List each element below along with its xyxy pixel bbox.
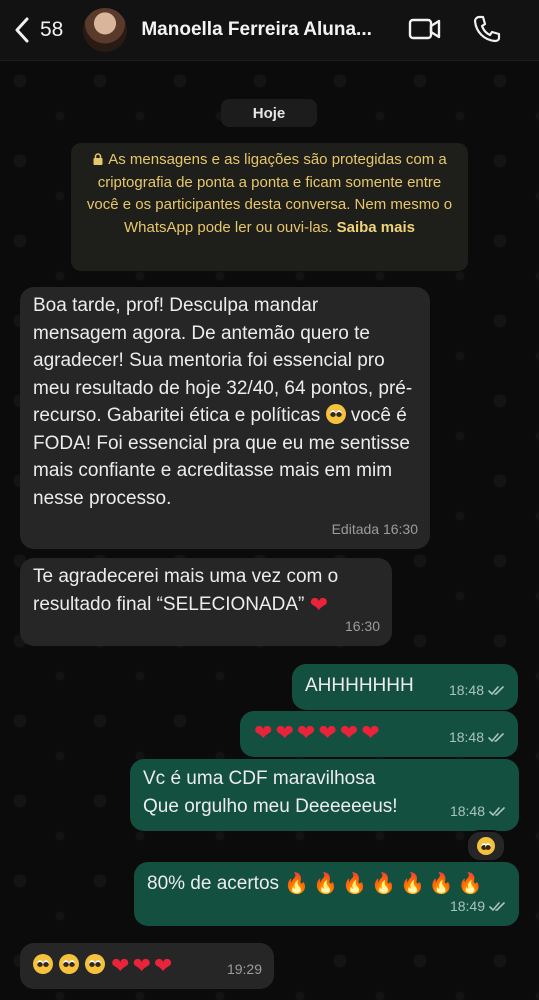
- message-bubble-incoming[interactable]: Boa tarde, prof! Desculpa mandar mensage…: [20, 287, 430, 549]
- read-receipt-icon: [488, 685, 504, 695]
- message-bubble-incoming[interactable]: Te agradecerei mais uma vez com o result…: [20, 558, 392, 646]
- message-meta: 19:29: [227, 956, 262, 984]
- chevron-left-icon: [15, 17, 29, 43]
- message-meta: 18:48: [450, 798, 507, 826]
- chat-area[interactable]: Hoje As mensagens e as ligações são prot…: [0, 61, 539, 1000]
- message-meta: 18:48: [449, 724, 506, 752]
- red-heart-emoji: ❤: [111, 953, 130, 978]
- pleading-face-emoji: [325, 404, 346, 424]
- message-bubble-outgoing[interactable]: 80% de acertos 🔥 🔥 🔥 🔥 🔥 🔥 🔥 18:49: [134, 862, 519, 926]
- message-time: 19:29: [226, 960, 262, 977]
- red-heart-emoji: ❤: [254, 720, 273, 745]
- message-bubble-incoming[interactable]: ❤ ❤ ❤ 19:29: [20, 943, 274, 989]
- message-time: 18:48: [449, 802, 485, 819]
- message-text: 80% de acertos: [147, 873, 280, 894]
- contact-name[interactable]: Manoella Ferreira Aluna...: [141, 19, 385, 41]
- message-time: 18:48: [448, 681, 484, 698]
- pleading-face-emoji: [33, 954, 53, 974]
- message-time: Editada 16:30: [331, 520, 418, 537]
- hearts-emoji-row: ❤ ❤ ❤ ❤ ❤ ❤: [254, 720, 383, 745]
- message-meta: 18:49: [450, 893, 507, 921]
- read-receipt-icon: [488, 732, 504, 742]
- message-meta: 18:48: [449, 677, 506, 705]
- pleading-face-emoji: [59, 954, 79, 974]
- message-text: Te agradecerei mais uma vez com o result…: [33, 566, 339, 615]
- message-text: AHHHHHHH: [305, 675, 414, 696]
- red-heart-emoji: ❤: [132, 953, 151, 978]
- message-line: Vc é uma CDF maravilhosa: [143, 768, 376, 789]
- message-bubble-outgoing[interactable]: ❤ ❤ ❤ ❤ ❤ ❤ 18:48: [240, 711, 518, 757]
- fire-emoji: 🔥: [371, 873, 396, 895]
- message-time: 18:49: [449, 897, 485, 914]
- back-button[interactable]: 58: [14, 17, 63, 43]
- red-heart-emoji: ❤: [309, 591, 329, 617]
- read-receipt-icon: [489, 901, 505, 911]
- red-heart-emoji: ❤: [153, 953, 173, 978]
- fire-emoji-row: 🔥 🔥 🔥 🔥 🔥 🔥 🔥: [284, 873, 486, 895]
- read-receipt-icon: [489, 806, 505, 816]
- video-call-icon[interactable]: [408, 14, 442, 44]
- fire-emoji: 🔥: [313, 873, 339, 895]
- fire-emoji: 🔥: [399, 873, 425, 895]
- message-time: 18:48: [448, 728, 484, 745]
- lock-icon: [93, 153, 103, 165]
- fire-emoji: 🔥: [342, 873, 368, 895]
- red-heart-emoji: ❤: [339, 720, 359, 745]
- emoji-row: ❤ ❤ ❤: [33, 953, 175, 978]
- red-heart-emoji: ❤: [361, 720, 380, 745]
- message-time: 16:30: [344, 617, 380, 634]
- contact-avatar[interactable]: [83, 8, 128, 52]
- learn-more-link[interactable]: Saiba mais: [337, 219, 415, 236]
- red-heart-emoji: ❤: [275, 720, 294, 745]
- date-chip: Hoje: [221, 99, 317, 127]
- pleading-face-emoji: [477, 837, 495, 855]
- red-heart-emoji: ❤: [296, 720, 316, 745]
- message-bubble-outgoing[interactable]: AHHHHHHH 18:48: [292, 664, 518, 710]
- chat-header: 58 Manoella Ferreira Aluna...: [0, 0, 539, 61]
- phone-call-icon[interactable]: [472, 14, 502, 44]
- message-meta: Editada 16:30: [332, 516, 418, 544]
- red-heart-emoji: ❤: [318, 720, 337, 745]
- encryption-notice[interactable]: As mensagens e as ligações são protegida…: [71, 143, 468, 271]
- message-meta: 16:30: [345, 613, 380, 641]
- message-bubble-outgoing[interactable]: Vc é uma CDF maravilhosa Que orgulho meu…: [130, 759, 519, 831]
- unread-count: 58: [40, 18, 64, 41]
- fire-emoji: 🔥: [284, 873, 310, 895]
- message-reaction[interactable]: [466, 830, 506, 862]
- pleading-face-emoji: [85, 954, 105, 974]
